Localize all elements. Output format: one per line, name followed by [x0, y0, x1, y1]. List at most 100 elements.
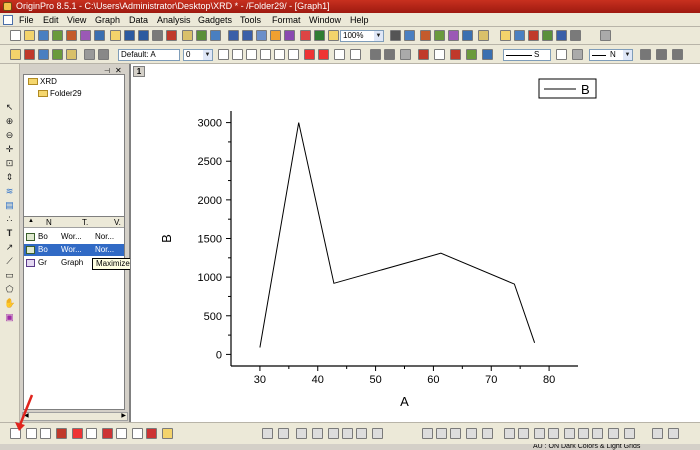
back-icon[interactable]	[548, 428, 559, 439]
extract-icon[interactable]	[556, 30, 567, 41]
mask-tool-icon[interactable]: ▤	[4, 200, 15, 210]
align-top-icon[interactable]	[592, 428, 603, 439]
tree-item-folder29[interactable]: Folder29	[38, 89, 82, 98]
align-bottom-icon[interactable]	[608, 428, 619, 439]
print-icon[interactable]	[166, 30, 177, 41]
add-plot-icon[interactable]	[600, 30, 611, 41]
code-builder-toggle-icon[interactable]	[478, 30, 489, 41]
align-left-icon[interactable]	[564, 428, 575, 439]
fill-area-icon[interactable]	[102, 428, 113, 439]
add-layer-icon[interactable]	[422, 428, 433, 439]
add-text-icon[interactable]	[500, 30, 511, 41]
superscript-icon[interactable]	[260, 49, 271, 60]
menu-graph[interactable]: Graph	[95, 14, 120, 26]
line-color-icon[interactable]	[418, 49, 429, 60]
font-color-icon[interactable]	[350, 49, 361, 60]
greek-icon[interactable]	[288, 49, 299, 60]
worksheet-query-icon[interactable]	[66, 49, 77, 60]
data-selector-icon[interactable]: ⊡	[4, 158, 15, 168]
project-explorer-icon[interactable]	[434, 30, 445, 41]
menu-tools[interactable]: Tools	[240, 14, 261, 26]
pie-plot-icon[interactable]	[116, 428, 127, 439]
line-style-select[interactable]: S	[503, 49, 551, 61]
graph-refresh-icon[interactable]	[420, 30, 431, 41]
menu-data[interactable]: Data	[129, 14, 148, 26]
rescale-x-icon[interactable]	[436, 428, 447, 439]
zoom-select[interactable]: 100% ▼	[340, 30, 384, 42]
fill-color-icon[interactable]	[450, 49, 461, 60]
bold-icon[interactable]	[218, 49, 229, 60]
front-icon[interactable]	[534, 428, 545, 439]
text-box-icon[interactable]	[400, 49, 411, 60]
import-icon[interactable]	[182, 30, 193, 41]
pattern-color-icon[interactable]	[434, 49, 445, 60]
layer-arrange-icon[interactable]	[668, 428, 679, 439]
rescale-xy-icon[interactable]	[466, 428, 477, 439]
export-icon[interactable]	[152, 30, 163, 41]
menu-analysis[interactable]: Analysis	[157, 14, 191, 26]
polar-icon[interactable]	[278, 428, 289, 439]
screen-reader-icon[interactable]: ✛	[4, 144, 15, 154]
polygon-tool-icon[interactable]: ⬠	[4, 284, 15, 294]
mask-icon[interactable]	[482, 428, 493, 439]
symbol-size-icon[interactable]	[572, 49, 583, 60]
new-worksheet-icon[interactable]	[38, 30, 49, 41]
image-plot-icon[interactable]	[312, 428, 323, 439]
3d-surface-icon[interactable]	[342, 428, 353, 439]
code-builder-icon[interactable]	[300, 30, 311, 41]
import-csv-icon[interactable]	[210, 30, 221, 41]
zoom-out-tool-icon[interactable]: ⊖	[4, 130, 15, 140]
histogram-icon[interactable]	[146, 428, 157, 439]
area-plot-icon[interactable]	[86, 428, 97, 439]
line-width-icon[interactable]	[556, 49, 567, 60]
line-tool-icon[interactable]: ⟋	[4, 256, 15, 266]
plot-setup-icon[interactable]	[38, 49, 49, 60]
command-icon[interactable]	[284, 30, 295, 41]
symbol-color-icon[interactable]	[482, 49, 493, 60]
region-select-icon[interactable]: ≋	[4, 186, 15, 196]
refresh-icon[interactable]	[404, 30, 415, 41]
open-icon[interactable]	[24, 30, 35, 41]
menu-gadgets[interactable]: Gadgets	[198, 14, 232, 26]
list-item[interactable]: Bo Wor... Nor...	[24, 244, 124, 256]
ternary-icon[interactable]	[262, 428, 273, 439]
layer-add-icon[interactable]	[652, 428, 663, 439]
explorer-scrollbar[interactable]: ◀ ▶	[22, 412, 128, 421]
align-vertical-icon[interactable]	[624, 428, 635, 439]
align-right-icon[interactable]	[578, 428, 589, 439]
contour-icon[interactable]	[296, 428, 307, 439]
menu-file[interactable]: File	[19, 14, 34, 26]
font-size-select[interactable]: 0 ▼	[183, 49, 213, 61]
subscript-icon[interactable]	[274, 49, 285, 60]
pattern-select[interactable]: N ▼	[589, 49, 633, 61]
new-layer-icon[interactable]	[528, 30, 539, 41]
command-window-icon[interactable]	[462, 30, 473, 41]
arrow-tool-icon[interactable]: ↗	[4, 242, 15, 252]
box-plot-icon[interactable]	[132, 428, 143, 439]
column-view[interactable]: V.	[114, 218, 121, 227]
sort-icon[interactable]	[84, 49, 95, 60]
group-icon[interactable]	[504, 428, 515, 439]
column-type[interactable]: T.	[82, 218, 88, 227]
ungroup-icon[interactable]	[518, 428, 529, 439]
menu-help[interactable]: Help	[350, 14, 369, 26]
print-preview-icon[interactable]	[390, 30, 401, 41]
new-excel-icon[interactable]	[52, 30, 63, 41]
arrange-icon[interactable]	[10, 49, 21, 60]
save-window-icon[interactable]	[242, 30, 253, 41]
decrease-font-icon[interactable]	[318, 49, 329, 60]
list-item[interactable]: Bo Wor... Nor...	[24, 231, 124, 243]
alignment-icon[interactable]	[334, 49, 345, 60]
column-name[interactable]: N	[46, 218, 52, 227]
layer-icon[interactable]	[514, 30, 525, 41]
underline-icon[interactable]	[246, 49, 257, 60]
line-icon[interactable]	[370, 49, 381, 60]
merge-icon[interactable]	[570, 30, 581, 41]
menu-view[interactable]: View	[67, 14, 86, 26]
image-tool-icon[interactable]: ▣	[4, 312, 15, 322]
rescale-icon[interactable]	[542, 30, 553, 41]
draw-data-icon[interactable]: ∴	[4, 214, 15, 224]
line-symbol-plot-icon[interactable]	[40, 428, 51, 439]
menu-window[interactable]: Window	[309, 14, 341, 26]
data-reader-icon[interactable]: ⇕	[4, 172, 15, 182]
